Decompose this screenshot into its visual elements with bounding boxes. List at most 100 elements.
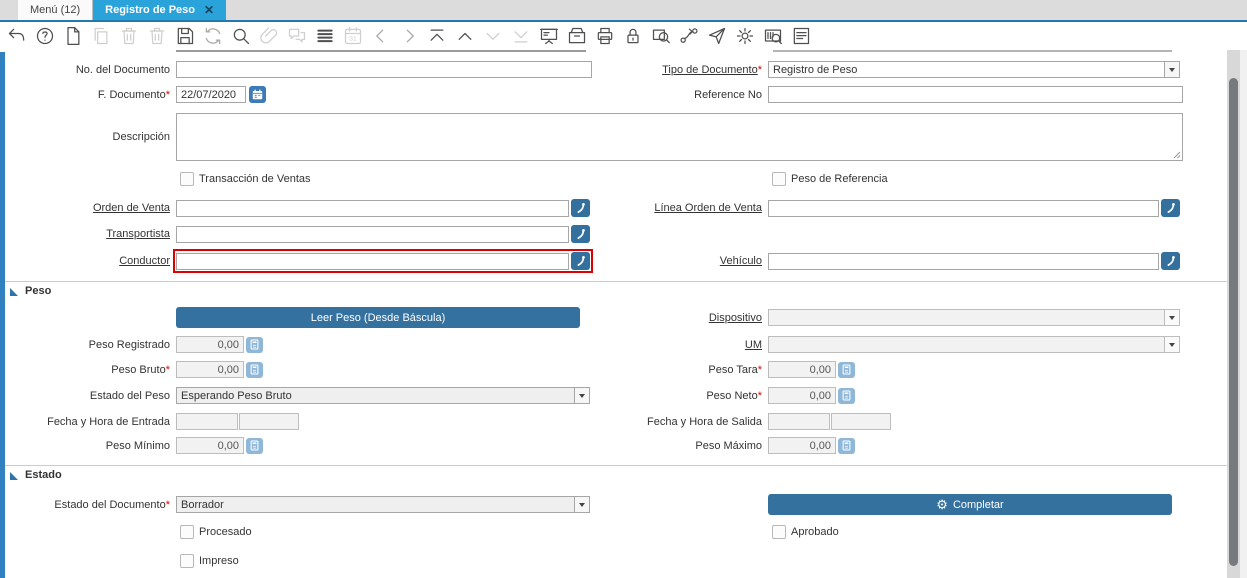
- section-divider: [5, 281, 1227, 282]
- tab-registro-label: Registro de Peso: [105, 4, 195, 16]
- collapse-triangle-icon: [10, 288, 18, 296]
- cutoff-field-border-left: [176, 50, 586, 52]
- first-record-icon[interactable]: [426, 26, 447, 47]
- tab-bar: Menú (12) Registro de Peso ✕: [0, 0, 1247, 20]
- zoom-across-icon[interactable]: [650, 26, 671, 47]
- copy-record-icon: [90, 26, 111, 47]
- vehiculo-input[interactable]: [768, 252, 1159, 270]
- estado-documento-combobox[interactable]: Borrador: [176, 496, 590, 513]
- calculator-icon: [250, 364, 259, 375]
- resize-grip-icon[interactable]: [1172, 150, 1181, 159]
- linea-orden-venta-input[interactable]: [768, 199, 1159, 217]
- dispositivo-value: [769, 310, 1164, 325]
- delete-selection-icon: [146, 26, 167, 47]
- completar-button[interactable]: ⚙ Completar: [768, 494, 1172, 515]
- aprobado-label: Aprobado: [791, 526, 839, 538]
- help-icon[interactable]: [34, 26, 55, 47]
- scrollbar-thumb[interactable]: [1229, 78, 1238, 566]
- conductor-input[interactable]: [176, 252, 569, 270]
- fecha-salida-label: Fecha y Hora de Salida: [647, 415, 762, 428]
- parent-record-icon[interactable]: [454, 26, 475, 47]
- peso-maximo-calculator-button: [838, 437, 855, 454]
- chat-icon: [286, 26, 307, 47]
- conductor-lookup-button[interactable]: [571, 252, 590, 270]
- aprobado-checkbox[interactable]: [772, 525, 786, 539]
- last-record-icon: [510, 26, 531, 47]
- um-dropdown-button[interactable]: [1164, 337, 1179, 352]
- product-info-icon[interactable]: [762, 26, 783, 47]
- report-icon[interactable]: [538, 26, 559, 47]
- toolbar: 31: [0, 22, 1247, 50]
- vertical-scrollbar[interactable]: [1227, 50, 1240, 578]
- lock-icon[interactable]: [622, 26, 643, 47]
- transportista-input[interactable]: [176, 225, 569, 243]
- tipo-documento-label[interactable]: Tipo de Documento: [662, 64, 758, 76]
- preferences-icon[interactable]: [734, 26, 755, 47]
- grid-toggle-icon[interactable]: [314, 26, 335, 47]
- vehiculo-lookup-button[interactable]: [1161, 252, 1180, 270]
- dispositivo-label[interactable]: Dispositivo: [709, 312, 762, 324]
- tipo-documento-dropdown-button[interactable]: [1164, 62, 1179, 77]
- estado-peso-combobox[interactable]: Esperando Peso Bruto: [176, 387, 590, 404]
- descripcion-textarea[interactable]: [176, 113, 1183, 161]
- tab-menu[interactable]: Menú (12): [18, 0, 94, 20]
- chevron-down-icon: [1169, 315, 1175, 320]
- impreso-checkbox[interactable]: [180, 554, 194, 568]
- estado-peso-label: Estado del Peso: [89, 389, 170, 402]
- transportista-label[interactable]: Transportista: [106, 228, 170, 240]
- um-value: [769, 337, 1164, 352]
- calendar-picker-button[interactable]: [249, 86, 266, 103]
- chevron-down-icon: [579, 502, 585, 507]
- orden-venta-label[interactable]: Orden de Venta: [93, 202, 170, 214]
- estado-documento-label: Estado del Documento: [54, 498, 166, 511]
- report-window-icon[interactable]: [790, 26, 811, 47]
- um-label[interactable]: UM: [745, 339, 762, 351]
- peso-section-title: Peso: [25, 285, 52, 297]
- archive-icon[interactable]: [566, 26, 587, 47]
- reference-no-input[interactable]: [768, 86, 1183, 103]
- reference-no-label: Reference No: [694, 88, 762, 101]
- tab-menu-label: Menú (12): [30, 4, 81, 16]
- save-icon[interactable]: [174, 26, 195, 47]
- fecha-salida-time-input: [831, 413, 891, 430]
- search-icon: [576, 256, 585, 267]
- estado-section-header[interactable]: Estado: [10, 469, 62, 481]
- chevron-down-icon: [579, 393, 585, 398]
- calculator-icon: [842, 390, 851, 401]
- peso-section-header[interactable]: Peso: [10, 285, 51, 297]
- orden-venta-input[interactable]: [176, 199, 569, 217]
- estado-documento-dropdown-button[interactable]: [574, 497, 589, 512]
- send-mail-icon[interactable]: [706, 26, 727, 47]
- cutoff-field-border-right: [773, 50, 1172, 52]
- dispositivo-combobox: [768, 309, 1180, 326]
- undo-icon[interactable]: [6, 26, 27, 47]
- transaccion-ventas-checkbox[interactable]: [180, 172, 194, 186]
- refresh-icon: [202, 26, 223, 47]
- find-icon[interactable]: [230, 26, 251, 47]
- new-record-icon[interactable]: [62, 26, 83, 47]
- peso-bruto-input: [176, 361, 244, 378]
- no-documento-input[interactable]: [176, 61, 592, 78]
- leer-peso-button[interactable]: Leer Peso (Desde Báscula): [176, 307, 580, 328]
- peso-neto-calculator-button: [838, 387, 855, 404]
- linea-orden-venta-label[interactable]: Línea Orden de Venta: [654, 202, 762, 214]
- print-icon[interactable]: [594, 26, 615, 47]
- workflow-icon[interactable]: [678, 26, 699, 47]
- close-tab-icon[interactable]: ✕: [204, 4, 214, 16]
- estado-documento-value: Borrador: [181, 498, 224, 511]
- tab-registro-de-peso[interactable]: Registro de Peso ✕: [93, 0, 227, 20]
- dispositivo-dropdown-button[interactable]: [1164, 310, 1179, 325]
- procesado-checkbox[interactable]: [180, 525, 194, 539]
- vehiculo-label[interactable]: Vehículo: [720, 255, 762, 267]
- peso-referencia-checkbox[interactable]: [772, 172, 786, 186]
- calculator-icon: [842, 440, 851, 451]
- tipo-documento-combobox[interactable]: Registro de Peso: [768, 61, 1180, 78]
- transportista-lookup-button[interactable]: [571, 225, 590, 243]
- orden-venta-lookup-button[interactable]: [571, 199, 590, 217]
- estado-section-title: Estado: [25, 469, 62, 481]
- f-documento-input[interactable]: [176, 86, 246, 103]
- linea-orden-venta-lookup-button[interactable]: [1161, 199, 1180, 217]
- conductor-label[interactable]: Conductor: [119, 255, 170, 267]
- peso-tara-label: Peso Tara: [708, 363, 758, 376]
- estado-peso-dropdown-button[interactable]: [574, 388, 589, 403]
